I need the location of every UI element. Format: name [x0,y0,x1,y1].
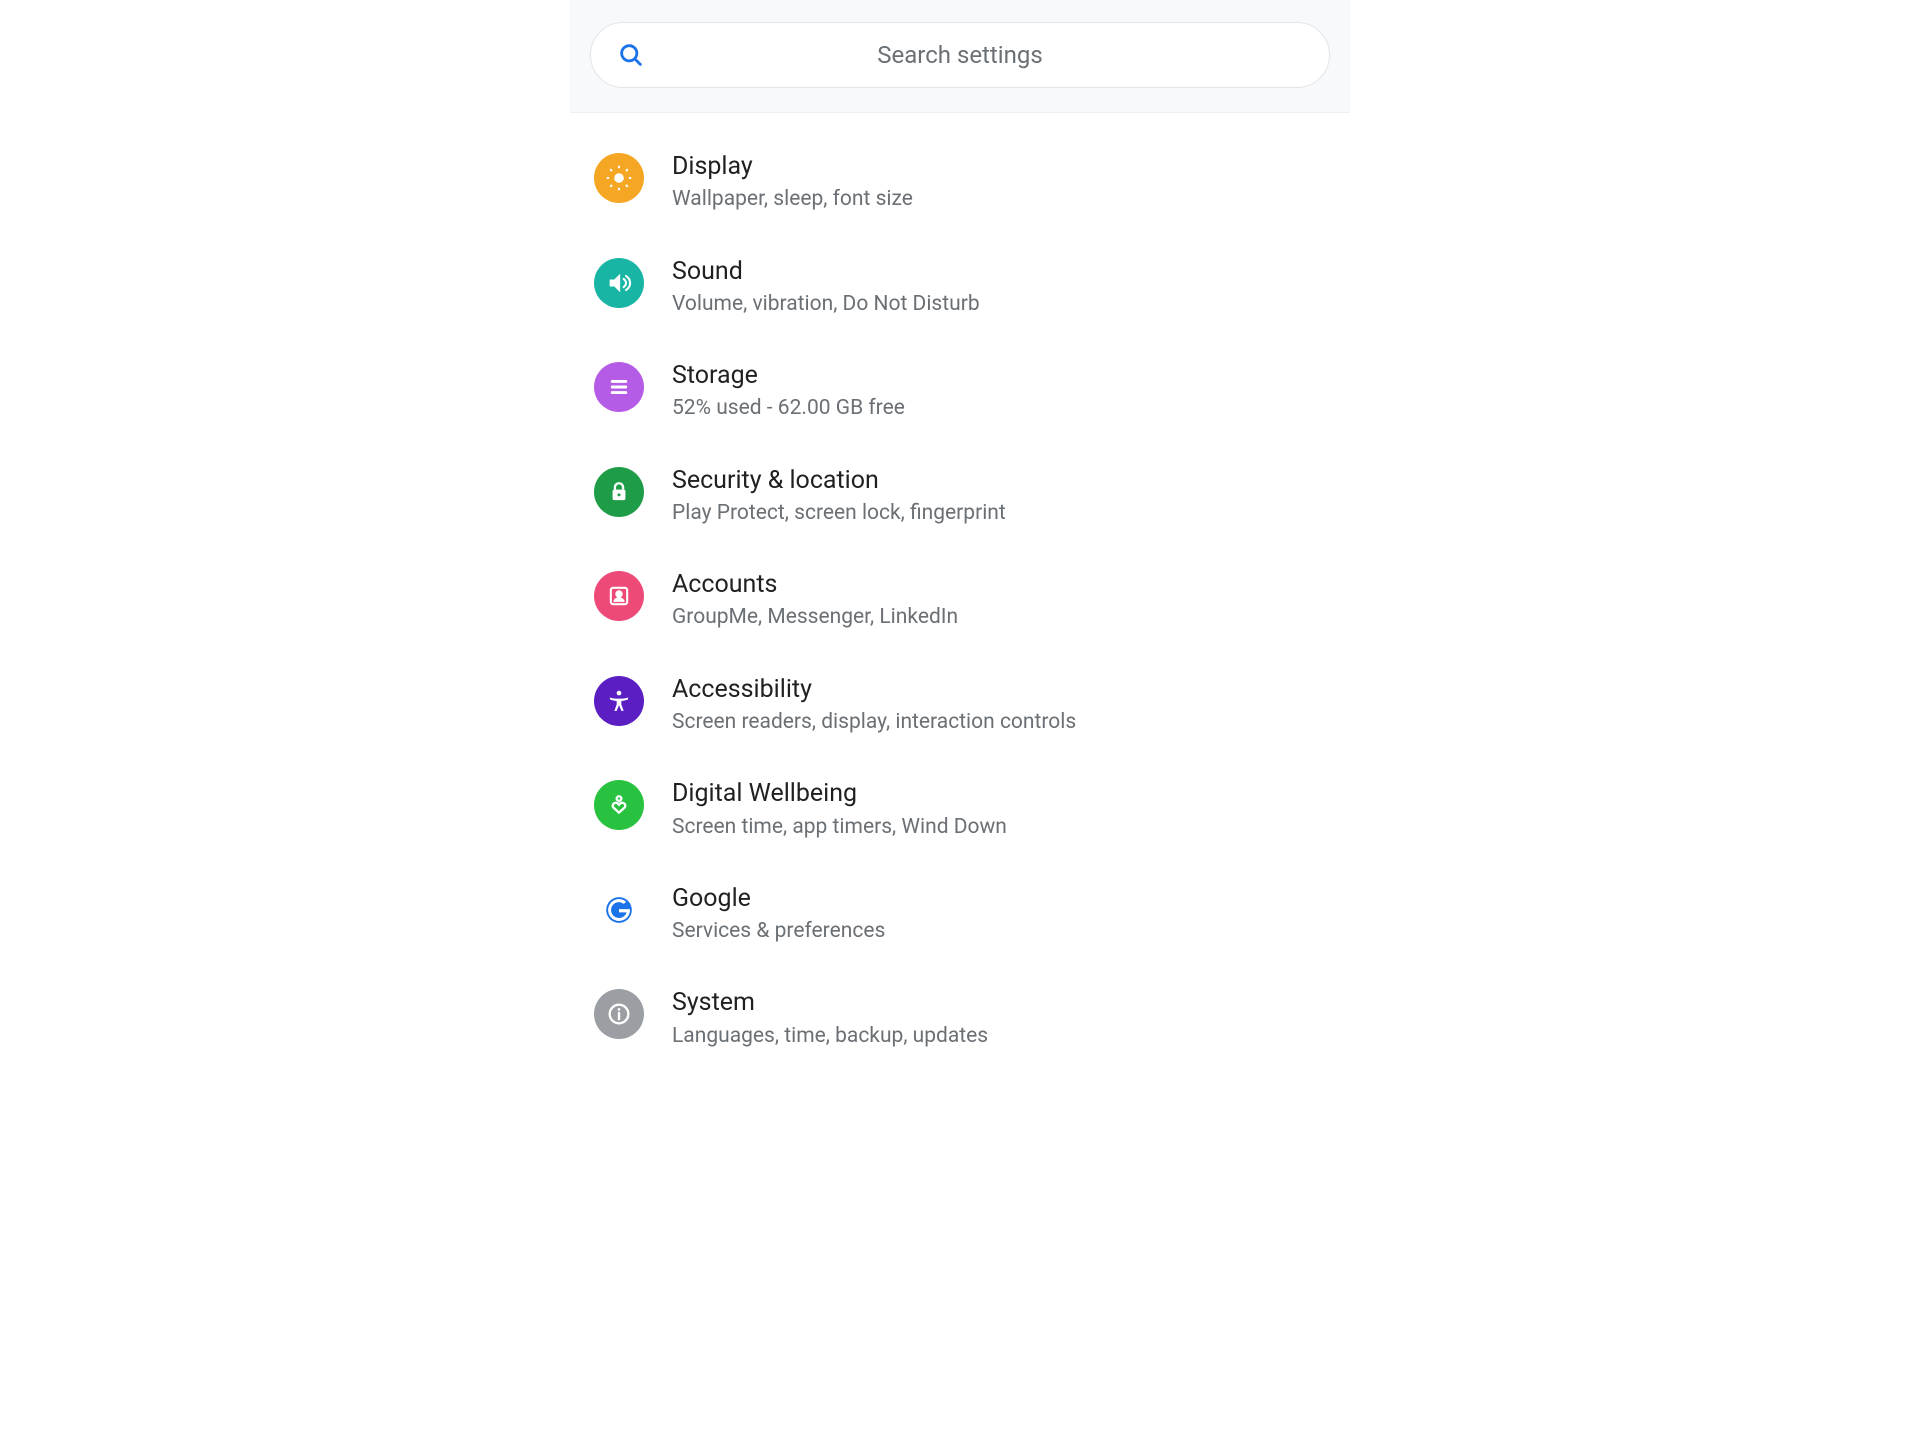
settings-item-title: Display [672,151,1326,182]
settings-item-security[interactable]: Security & location Play Protect, screen… [570,445,1350,550]
wellbeing-icon [594,780,644,830]
settings-item-wellbeing[interactable]: Digital Wellbeing Screen time, app timer… [570,758,1350,863]
settings-item-title: Digital Wellbeing [672,778,1326,809]
settings-item-subtitle: Services & preferences [672,918,1326,945]
settings-item-title: Storage [672,360,1326,391]
sound-icon [594,258,644,308]
settings-item-google[interactable]: Google Services & preferences [570,863,1350,968]
settings-item-display[interactable]: Display Wallpaper, sleep, font size [570,131,1350,236]
accounts-icon [594,571,644,621]
settings-item-title: Security & location [672,465,1326,496]
settings-item-subtitle: Languages, time, backup, updates [672,1023,1326,1050]
display-icon [594,153,644,203]
settings-item-subtitle: Screen time, app timers, Wind Down [672,814,1326,841]
settings-item-title: Sound [672,256,1326,287]
settings-item-sound[interactable]: Sound Volume, vibration, Do Not Disturb [570,236,1350,341]
settings-item-accounts[interactable]: Accounts GroupMe, Messenger, LinkedIn [570,549,1350,654]
settings-item-subtitle: Volume, vibration, Do Not Disturb [672,291,1326,318]
settings-item-text: Google Services & preferences [672,883,1326,946]
settings-item-subtitle: 52% used - 62.00 GB free [672,395,1326,422]
settings-item-text: Accessibility Screen readers, display, i… [672,674,1326,737]
settings-item-title: Google [672,883,1326,914]
settings-item-title: Accounts [672,569,1326,600]
settings-item-subtitle: GroupMe, Messenger, LinkedIn [672,604,1326,631]
settings-item-subtitle: Play Protect, screen lock, fingerprint [672,500,1326,527]
settings-item-system[interactable]: System Languages, time, backup, updates [570,967,1350,1072]
settings-item-accessibility[interactable]: Accessibility Screen readers, display, i… [570,654,1350,759]
settings-item-subtitle: Screen readers, display, interaction con… [672,709,1326,736]
settings-item-text: Security & location Play Protect, screen… [672,465,1326,528]
settings-item-text: Digital Wellbeing Screen time, app timer… [672,778,1326,841]
google-icon [594,885,644,935]
settings-item-text: Sound Volume, vibration, Do Not Disturb [672,256,1326,319]
settings-item-text: System Languages, time, backup, updates [672,987,1326,1050]
search-header: Search settings [570,0,1350,113]
search-input[interactable]: Search settings [590,22,1330,88]
settings-item-title: Accessibility [672,674,1326,705]
settings-item-text: Accounts GroupMe, Messenger, LinkedIn [672,569,1326,632]
settings-item-text: Storage 52% used - 62.00 GB free [672,360,1326,423]
settings-screen: Search settings Display Wallpaper, sleep… [570,0,1350,1072]
settings-item-subtitle: Wallpaper, sleep, font size [672,186,1326,213]
search-placeholder: Search settings [617,41,1303,69]
settings-list: Display Wallpaper, sleep, font size Soun… [570,113,1350,1072]
storage-icon [594,362,644,412]
accessibility-icon [594,676,644,726]
settings-item-storage[interactable]: Storage 52% used - 62.00 GB free [570,340,1350,445]
info-icon [594,989,644,1039]
settings-item-title: System [672,987,1326,1018]
lock-icon [594,467,644,517]
settings-item-text: Display Wallpaper, sleep, font size [672,151,1326,214]
